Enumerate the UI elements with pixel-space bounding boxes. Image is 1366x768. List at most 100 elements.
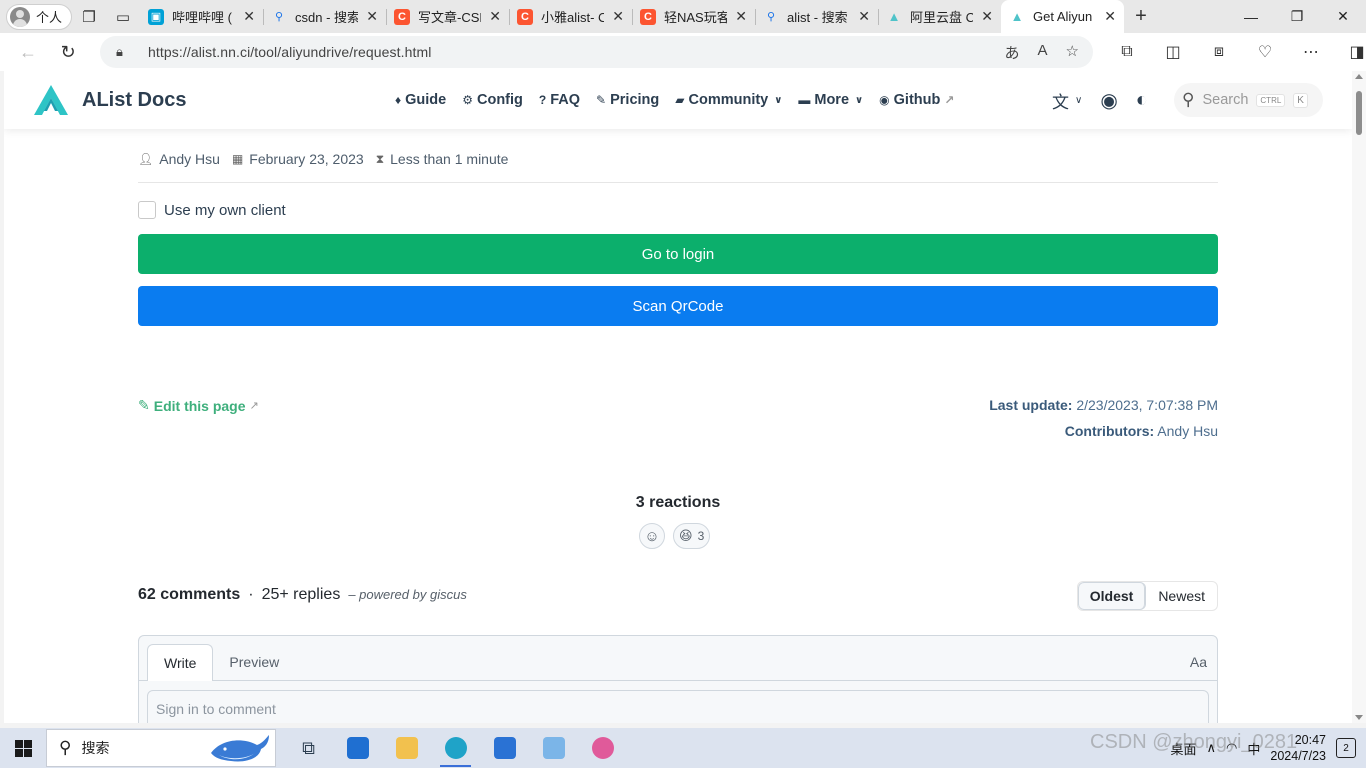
contributors: Contributors: Andy Hsu: [1064, 423, 1218, 439]
collections-icon[interactable]: ⧈: [1196, 43, 1242, 61]
translate-icon[interactable]: あ: [1005, 42, 1020, 63]
last-update: Last update: 2/23/2023, 7:07:38 PM: [989, 397, 1218, 413]
theme-toggle-icon[interactable]: ◐: [1136, 89, 1148, 112]
edit-this-page-link[interactable]: ✎ Edit this page ↗: [138, 397, 259, 414]
page-scrollbar[interactable]: [1352, 71, 1366, 723]
close-icon[interactable]: ✕: [612, 8, 624, 25]
comment-sort: Oldest Newest: [1076, 581, 1218, 611]
docs-search[interactable]: ⚲ Search CTRL K: [1174, 83, 1323, 117]
sort-newest-button[interactable]: Newest: [1146, 582, 1217, 610]
close-icon[interactable]: ✕: [489, 8, 501, 25]
edge-browser-icon[interactable]: [431, 728, 480, 768]
tab-label: csdn - 搜索: [295, 10, 359, 25]
url-field[interactable]: 🔒︎ https://alist.nn.ci/tool/aliyundrive/…: [100, 36, 1093, 68]
tab-actions-icon[interactable]: ▭: [106, 0, 140, 33]
file-explorer-icon[interactable]: [382, 728, 431, 768]
alist-icon: ▲: [1010, 9, 1024, 24]
lock-icon[interactable]: 🔒︎: [116, 44, 136, 60]
site-navbar: AList Docs ♦ Guide ⚙ Config ? FAQ ✎ Pricing …: [4, 71, 1352, 129]
close-icon[interactable]: ✕: [981, 8, 993, 25]
author-icon: 👤︎: [138, 152, 154, 166]
language-icon[interactable]: 文 ∨: [1052, 88, 1082, 113]
browser-tab-active[interactable]: ▲ Get Aliyun ✕: [1001, 0, 1124, 33]
remote-desktop-icon[interactable]: [529, 728, 578, 768]
close-icon[interactable]: ✕: [858, 8, 870, 25]
tab-write[interactable]: Write: [147, 644, 214, 681]
author[interactable]: Andy Hsu: [159, 151, 220, 167]
scroll-up-icon[interactable]: [1355, 74, 1363, 79]
own-client-option[interactable]: Use my own client: [138, 201, 286, 219]
text-format-icon[interactable]: Aa: [1190, 654, 1207, 670]
close-icon[interactable]: ✕: [243, 8, 255, 25]
refresh-icon[interactable]: ↻: [48, 33, 88, 71]
nav-guide[interactable]: ♦ Guide: [395, 92, 446, 108]
alist-logo-icon: [34, 85, 68, 115]
comment-input[interactable]: Sign in to comment: [147, 690, 1209, 723]
nav-config[interactable]: ⚙ Config: [462, 92, 523, 108]
tab-preview[interactable]: Preview: [213, 644, 295, 680]
profile-button[interactable]: 个人: [6, 3, 72, 30]
browser-tab[interactable]: C 小雅alist- C ✕: [509, 0, 632, 33]
sort-oldest-button[interactable]: Oldest: [1077, 582, 1147, 610]
more-icon: ▬: [798, 93, 811, 107]
tab-label: Get Aliyun: [1033, 9, 1093, 24]
comment-editor: Write Preview Aa Sign in to comment: [138, 635, 1218, 723]
browser-tab[interactable]: C 轻NAS玩客 ✕: [632, 0, 755, 33]
restore-icon[interactable]: ❐: [1274, 0, 1320, 33]
sidebar-toggle-icon[interactable]: ◨: [1334, 42, 1366, 62]
mail-icon[interactable]: [480, 728, 529, 768]
close-icon[interactable]: ✕: [735, 8, 747, 25]
favorite-star-icon[interactable]: ☆: [1066, 42, 1079, 63]
nav-github[interactable]: ◉ Github ↗: [879, 92, 954, 108]
github-icon[interactable]: ◉: [1100, 88, 1117, 113]
browser-tab-strip: 个人 ❐ ▭ ▣ 哔哩哔哩 ( ✕ ⚲ csdn - 搜索 ✕ C 写文章-CS…: [0, 0, 1366, 33]
nav-community[interactable]: ▰ Community ∨: [675, 92, 782, 108]
browser-tab[interactable]: C 写文章-CSD ✕: [386, 0, 509, 33]
comments-header: 62 comments · 25+ replies – powered by g…: [138, 586, 467, 604]
browser-tab[interactable]: ▣ 哔哩哔哩 ( ✕: [140, 0, 263, 33]
chevron-down-icon: ∨: [774, 94, 783, 106]
own-client-checkbox[interactable]: [138, 201, 156, 219]
bilibili-icon: ▣: [148, 8, 164, 25]
powered-by[interactable]: – powered by giscus: [348, 587, 467, 602]
browser-tab[interactable]: ⚲ csdn - 搜索 ✕: [263, 0, 386, 33]
page-meta: 👤︎ Andy Hsu ▦ February 23, 2023 ⧗ Less than…: [138, 151, 508, 167]
notification-center-icon[interactable]: 2: [1336, 738, 1356, 758]
minimize-icon[interactable]: —: [1228, 0, 1274, 33]
csdn-icon: C: [517, 8, 533, 25]
start-button[interactable]: [0, 728, 46, 768]
add-reaction-smiley-icon[interactable]: ☺: [639, 523, 665, 549]
whale-illustration-icon: [211, 735, 269, 762]
extensions-icon[interactable]: ⧉: [1104, 43, 1150, 61]
split-screen-icon[interactable]: ◫: [1150, 42, 1196, 62]
community-icon: ▰: [675, 93, 685, 107]
go-to-login-button[interactable]: Go to login: [138, 234, 1218, 274]
brand-name: AList Docs: [82, 88, 187, 111]
scan-qrcode-button[interactable]: Scan QrCode: [138, 286, 1218, 326]
workspaces-icon[interactable]: ❐: [72, 0, 106, 33]
browser-essentials-icon[interactable]: ♡: [1242, 42, 1288, 62]
watermark: CSDN @zhongyi_0281: [1090, 731, 1298, 753]
window-close-icon[interactable]: ✕: [1320, 0, 1366, 33]
reaction-count: 3: [697, 529, 705, 543]
nav-pricing[interactable]: ✎ Pricing: [596, 92, 659, 108]
scroll-down-icon[interactable]: [1355, 715, 1363, 720]
taskbar-search[interactable]: ⚲ 搜索: [46, 729, 276, 767]
site-brand[interactable]: AList Docs: [32, 83, 186, 117]
microsoft-store-icon[interactable]: [333, 728, 382, 768]
new-tab-icon[interactable]: +: [1124, 0, 1158, 33]
browser-tab[interactable]: ⚲ alist - 搜索 ✕: [755, 0, 878, 33]
task-view-icon[interactable]: ⧉: [284, 728, 333, 768]
read-aloud-icon[interactable]: A: [1038, 42, 1048, 63]
back-icon[interactable]: ←: [8, 33, 48, 71]
close-icon[interactable]: ✕: [366, 8, 378, 25]
paint-app-icon[interactable]: [578, 728, 627, 768]
reaction-laugh-button[interactable]: 😆 3: [673, 523, 711, 549]
close-icon[interactable]: ✕: [1104, 8, 1116, 25]
browser-tab[interactable]: ▲ 阿里云盘 C ✕: [878, 0, 1001, 33]
settings-more-icon[interactable]: ⋯: [1288, 42, 1334, 62]
nav-more[interactable]: ▬ More ∨: [798, 92, 863, 108]
nav-faq[interactable]: ? FAQ: [539, 92, 580, 108]
search-icon: ⚲: [766, 11, 776, 23]
scroll-thumb[interactable]: [1356, 91, 1362, 135]
